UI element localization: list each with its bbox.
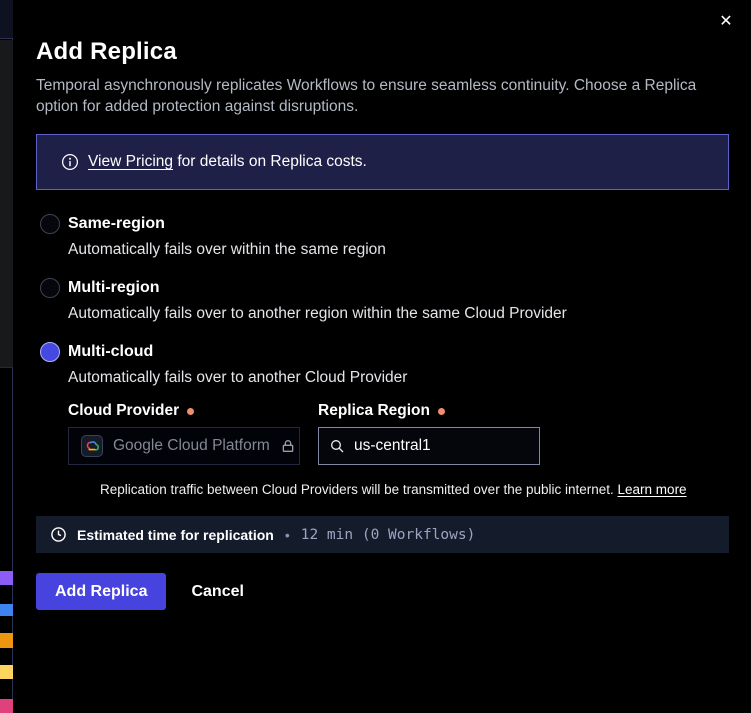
backdrop-color-block (0, 699, 13, 713)
option-multi-region: Multi-region Automatically fails over to… (36, 278, 729, 322)
radio-same-region[interactable] (40, 214, 60, 234)
option-same-region-description: Automatically fails over within the same… (68, 241, 729, 258)
search-icon (329, 438, 345, 454)
lock-icon (280, 438, 296, 454)
radio-multi-cloud[interactable] (40, 342, 60, 362)
estimate-banner: Estimated time for replication • 12 min … (36, 516, 729, 553)
cloud-provider-value: Google Cloud Platform (113, 437, 270, 455)
multi-cloud-form: Cloud Provider Replica Region (68, 402, 729, 497)
cloud-provider-select: Google Cloud Platform (68, 427, 300, 465)
option-same-region: Same-region Automatically fails over wit… (36, 214, 729, 258)
option-multi-cloud-description: Automatically fails over to another Clou… (68, 369, 729, 386)
view-pricing-link[interactable]: View Pricing (88, 153, 173, 170)
estimate-value: 12 min (0 Workflows) (301, 527, 476, 543)
banner-text-after: for details on Replica costs. (177, 153, 367, 170)
required-dot (438, 408, 445, 415)
traffic-note: Replication traffic between Cloud Provid… (100, 482, 729, 497)
add-replica-modal: ✕ Add Replica Temporal asynchronously re… (14, 0, 751, 713)
replica-region-input[interactable] (354, 437, 554, 455)
banner-text: View Pricing for details on Replica cost… (88, 153, 367, 171)
backdrop-color-block (0, 633, 13, 648)
page-title: Add Replica (36, 38, 729, 66)
backdrop-panel-segment (0, 40, 13, 368)
replica-options-group: Same-region Automatically fails over wit… (36, 214, 729, 497)
option-same-region-label[interactable]: Same-region (68, 215, 165, 233)
pricing-info-banner: View Pricing for details on Replica cost… (36, 134, 729, 190)
backdrop-color-block (0, 604, 13, 616)
info-icon (61, 153, 79, 171)
learn-more-link[interactable]: Learn more (618, 482, 687, 497)
cancel-button[interactable]: Cancel (166, 573, 268, 610)
option-multi-region-label[interactable]: Multi-region (68, 279, 160, 297)
required-dot (187, 408, 194, 415)
backdrop-color-block (0, 571, 13, 585)
option-multi-cloud: Multi-cloud Automatically fails over to … (36, 342, 729, 497)
clock-icon (50, 526, 67, 543)
option-multi-cloud-label[interactable]: Multi-cloud (68, 343, 153, 361)
replica-region-label: Replica Region (318, 402, 445, 420)
option-multi-region-description: Automatically fails over to another regi… (68, 305, 729, 322)
backdrop-header-segment (0, 0, 13, 39)
backdrop-color-block (0, 665, 13, 679)
close-icon[interactable]: ✕ (715, 9, 737, 31)
modal-description: Temporal asynchronously replicates Workf… (36, 75, 720, 117)
cloud-provider-label: Cloud Provider (68, 402, 318, 420)
backdrop-strip (0, 0, 13, 713)
add-replica-button[interactable]: Add Replica (36, 573, 166, 610)
radio-multi-region[interactable] (40, 278, 60, 298)
replica-region-field (318, 427, 540, 465)
estimate-separator: • (285, 527, 290, 543)
modal-actions: Add Replica Cancel (36, 573, 729, 610)
estimate-label: Estimated time for replication (77, 527, 274, 543)
gcp-logo-icon (81, 435, 103, 457)
